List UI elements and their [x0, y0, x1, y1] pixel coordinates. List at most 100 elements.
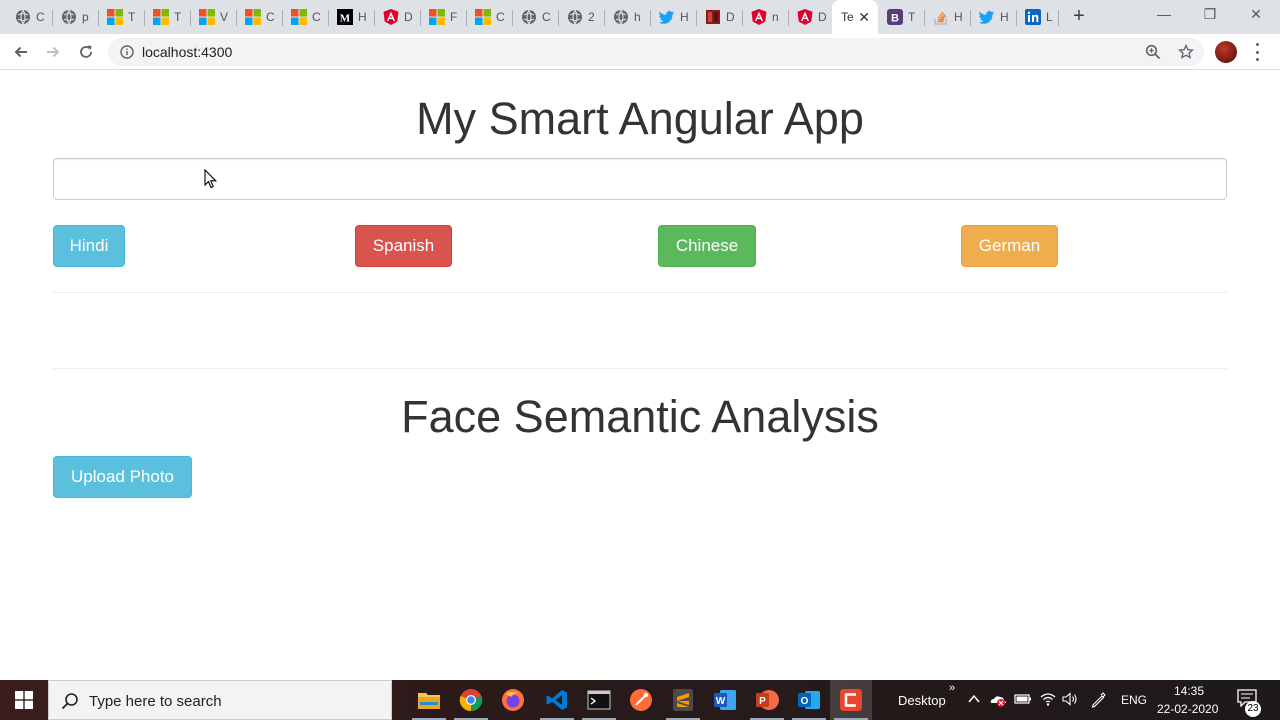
browser-tab[interactable]: H	[650, 0, 694, 34]
browser-tab-active[interactable]: Te ✕	[832, 0, 878, 34]
browser-tab[interactable]: h	[604, 0, 648, 34]
tab-title: C	[496, 10, 504, 24]
minimize-window-button[interactable]: —	[1154, 4, 1174, 24]
globe-icon	[568, 9, 582, 25]
volume-icon[interactable]	[1062, 692, 1078, 706]
tab-title: C	[36, 10, 44, 24]
notification-count-badge: 23	[1245, 701, 1261, 717]
browser-tab[interactable]: T	[144, 0, 188, 34]
back-button[interactable]	[9, 40, 33, 64]
firefox-taskbar-button[interactable]	[492, 680, 534, 720]
firefox-icon	[502, 689, 524, 711]
chinese-button[interactable]: Chinese	[658, 225, 756, 267]
terminal-icon	[587, 690, 611, 710]
search-icon	[61, 693, 78, 710]
vscode-taskbar-button[interactable]	[536, 680, 578, 720]
browser-tab[interactable]: C	[512, 0, 556, 34]
new-tab-button[interactable]: +	[1068, 5, 1090, 27]
globe-icon	[614, 9, 628, 25]
chevron-up-icon[interactable]	[967, 692, 981, 706]
browser-menu-icon[interactable]	[1250, 43, 1264, 61]
forward-button[interactable]	[41, 40, 65, 64]
restore-window-button[interactable]: ❐	[1200, 4, 1220, 24]
url-text[interactable]: localhost:4300	[142, 44, 232, 60]
clock-time[interactable]: 14:35	[1174, 684, 1204, 698]
page-title: My Smart Angular App	[416, 93, 864, 144]
tab-title: H	[954, 10, 962, 24]
postman-icon	[630, 689, 652, 711]
clock-date[interactable]: 22-02-2020	[1157, 702, 1218, 716]
action-center-button[interactable]: 23	[1237, 689, 1261, 717]
text-to-translate-input[interactable]	[53, 158, 1227, 200]
german-button[interactable]: German	[961, 225, 1058, 267]
toolbar-overflow-icon[interactable]: »	[949, 682, 955, 694]
arrow-right-icon	[47, 46, 60, 58]
star-icon[interactable]	[1178, 44, 1194, 60]
word-taskbar-button[interactable]: W	[704, 680, 746, 720]
browser-tab[interactable]: M H	[328, 0, 372, 34]
close-window-button[interactable]: ✕	[1246, 4, 1266, 24]
wifi-icon[interactable]	[1040, 692, 1056, 706]
spanish-button[interactable]: Spanish	[355, 225, 452, 267]
browser-tab[interactable]: C	[282, 0, 326, 34]
tab-title: h	[634, 10, 641, 24]
browser-tab[interactable]: B T	[878, 0, 922, 34]
browser-tab[interactable]: n	[742, 0, 786, 34]
search-placeholder: Type here to search	[89, 693, 222, 710]
sublime-taskbar-button[interactable]	[662, 680, 704, 720]
svg-text:P: P	[759, 696, 766, 707]
close-tab-icon[interactable]: ✕	[858, 9, 870, 25]
browser-tab[interactable]: H	[924, 0, 968, 34]
browser-tab[interactable]: p	[52, 0, 96, 34]
taskbar-search-box[interactable]: Type here to search	[48, 680, 392, 720]
svg-text:O: O	[801, 696, 809, 707]
reload-button[interactable]	[74, 40, 98, 64]
info-icon[interactable]	[120, 45, 134, 59]
browser-tab[interactable]: V	[190, 0, 234, 34]
tab-title: L	[1046, 10, 1053, 24]
address-bar[interactable]: localhost:4300	[108, 38, 1204, 66]
terminal-taskbar-button[interactable]	[578, 680, 620, 720]
tab-title: Te	[841, 10, 853, 24]
browser-tab[interactable]: H	[970, 0, 1014, 34]
microsoft-icon	[475, 9, 491, 25]
bootstrap-icon: B	[887, 9, 903, 25]
upload-photo-button[interactable]: Upload Photo	[53, 456, 192, 498]
browser-tab[interactable]: D	[696, 0, 740, 34]
browser-tab[interactable]: L	[1016, 0, 1060, 34]
browser-tab[interactable]: D	[374, 0, 418, 34]
desktop-toolbar-label[interactable]: Desktop	[898, 693, 946, 708]
postman-taskbar-button[interactable]	[620, 680, 662, 720]
onedrive-icon[interactable]	[988, 692, 1008, 708]
tab-title: 2	[588, 10, 595, 24]
microsoft-icon	[245, 9, 261, 25]
start-button[interactable]	[0, 680, 48, 720]
hindi-button[interactable]: Hindi	[53, 225, 125, 267]
browser-tab[interactable]: C	[6, 0, 50, 34]
browser-tab[interactable]: T	[98, 0, 142, 34]
outlook-icon: O	[798, 691, 820, 709]
browser-tab[interactable]: 2	[558, 0, 602, 34]
battery-icon[interactable]	[1014, 692, 1032, 706]
outlook-taskbar-button[interactable]: O	[788, 680, 830, 720]
divider	[53, 292, 1227, 293]
browser-tab[interactable]: D	[788, 0, 832, 34]
chrome-taskbar-button[interactable]	[450, 680, 492, 720]
profile-avatar[interactable]	[1215, 41, 1237, 63]
section-title: Face Semantic Analysis	[401, 391, 879, 442]
tab-title: H	[680, 10, 688, 24]
browser-tab[interactable]: C	[236, 0, 280, 34]
file-explorer-taskbar-button[interactable]	[408, 680, 450, 720]
browser-tab[interactable]: F	[420, 0, 464, 34]
pen-icon[interactable]	[1090, 692, 1106, 708]
globe-icon	[522, 9, 536, 25]
camtasia-taskbar-button[interactable]	[830, 680, 872, 720]
twitter-icon	[659, 11, 674, 24]
windows-taskbar: Type here to search W P O Desktop » ENG …	[0, 680, 1280, 720]
book-icon	[706, 10, 720, 24]
powerpoint-taskbar-button[interactable]: P	[746, 680, 788, 720]
browser-tab[interactable]: C	[466, 0, 510, 34]
browser-toolbar: localhost:4300	[0, 34, 1280, 70]
input-language-indicator[interactable]: ENG	[1121, 693, 1147, 707]
zoom-icon[interactable]	[1145, 44, 1161, 60]
